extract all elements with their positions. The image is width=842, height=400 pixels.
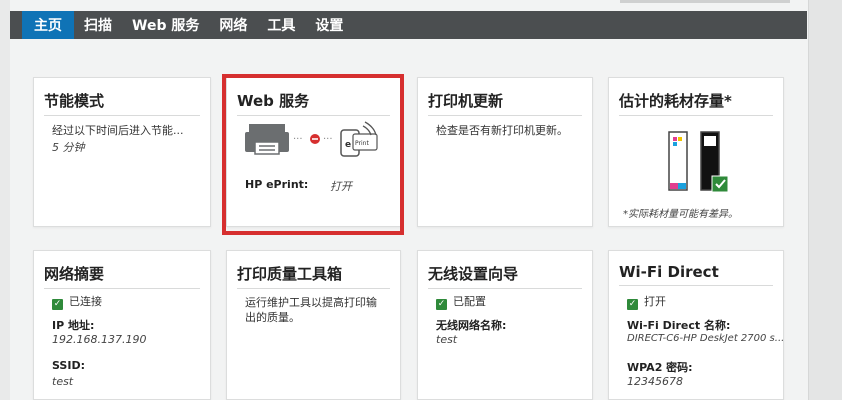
top-edge-element — [620, 0, 790, 3]
ip-value: 192.168.137.190 — [52, 333, 147, 346]
wireless-setup-card[interactable]: 无线设置向导 ✓ 已配置 无线网络名称: test — [417, 250, 593, 400]
right-scroll-area — [808, 0, 842, 400]
printer-to-phone-icon: ··· ··· e Print — [245, 121, 378, 157]
top-navigation: 主页 扫描 Web 服务 网络 工具 设置 — [10, 11, 807, 39]
wifi-direct-name-value: DIRECT-C6-HP DeskJet 2700 s... — [627, 333, 785, 344]
quality-desc-line1: 运行维护工具以提高打印输 — [245, 296, 377, 309]
check-icon: ✓ — [52, 299, 63, 310]
wpa-label: WPA2 密码: — [627, 361, 693, 374]
wifi-direct-status: ✓ 打开 — [627, 293, 666, 310]
wifi-direct-status-text: 打开 — [644, 295, 666, 308]
check-icon: ✓ — [436, 299, 447, 310]
tab-scan[interactable]: 扫描 — [74, 11, 122, 39]
wireless-status: ✓ 已配置 — [436, 293, 486, 310]
card-title: 估计的耗材存量* — [619, 90, 773, 116]
card-title: 打印质量工具箱 — [237, 263, 390, 289]
tab-network[interactable]: 网络 — [209, 11, 257, 39]
svg-text:···: ··· — [293, 134, 303, 145]
ip-label: IP 地址: — [52, 319, 95, 332]
ink-level-icon — [668, 131, 729, 193]
supplies-note: *实际耗材量可能有差异。 — [623, 209, 738, 220]
network-status: ✓ 已连接 — [52, 293, 102, 310]
wifi-direct-name-label: Wi-Fi Direct 名称: — [627, 319, 731, 332]
energy-delay-label: 经过以下时间后进入节能... — [52, 124, 184, 137]
energy-delay-value: 5 分钟 — [52, 141, 85, 154]
ssid-label: SSID: — [52, 359, 85, 372]
supplies-card[interactable]: 估计的耗材存量* *实际耗材量可能有差异。 — [608, 77, 784, 227]
svg-text:Print: Print — [355, 140, 369, 147]
card-title: Web 服务 — [237, 90, 390, 116]
update-description: 检查是否有新打印机更新。 — [436, 124, 568, 137]
eprint-label: HP ePrint: — [245, 178, 309, 191]
eprint-value: 打开 — [330, 180, 352, 193]
energy-save-card[interactable]: 节能模式 经过以下时间后进入节能... 5 分钟 — [33, 77, 211, 227]
check-icon: ✓ — [627, 299, 638, 310]
print-quality-card[interactable]: 打印质量工具箱 运行维护工具以提高打印输 出的质量。 — [226, 250, 401, 400]
tab-tools[interactable]: 工具 — [257, 11, 305, 39]
card-title: Wi-Fi Direct — [619, 263, 773, 286]
wireless-status-text: 已配置 — [453, 295, 486, 308]
wireless-name-value: test — [436, 333, 458, 346]
svg-text:e: e — [345, 140, 351, 150]
card-title: 网络摘要 — [44, 263, 200, 289]
web-services-card[interactable]: Web 服务 ··· ··· e Print HP ePrint: 打开 — [226, 77, 401, 227]
svg-text:···: ··· — [323, 134, 333, 145]
card-title: 无线设置向导 — [428, 263, 582, 289]
card-title: 打印机更新 — [428, 90, 582, 116]
left-margin — [0, 0, 10, 400]
network-status-text: 已连接 — [69, 295, 102, 308]
wifi-direct-card[interactable]: Wi-Fi Direct ✓ 打开 Wi-Fi Direct 名称: DIRECT… — [608, 250, 784, 400]
network-summary-card[interactable]: 网络摘要 ✓ 已连接 IP 地址: 192.168.137.190 SSID: t… — [33, 250, 211, 400]
quality-desc-line2: 出的质量。 — [245, 311, 300, 324]
ssid-value: test — [52, 375, 74, 388]
wireless-name-label: 无线网络名称: — [436, 319, 507, 332]
tab-home[interactable]: 主页 — [22, 11, 74, 39]
printer-update-card[interactable]: 打印机更新 检查是否有新打印机更新。 — [417, 77, 593, 227]
tab-web-services[interactable]: Web 服务 — [122, 11, 209, 39]
wpa-value: 12345678 — [627, 375, 683, 388]
tab-settings[interactable]: 设置 — [305, 11, 353, 39]
card-title: 节能模式 — [44, 90, 200, 116]
